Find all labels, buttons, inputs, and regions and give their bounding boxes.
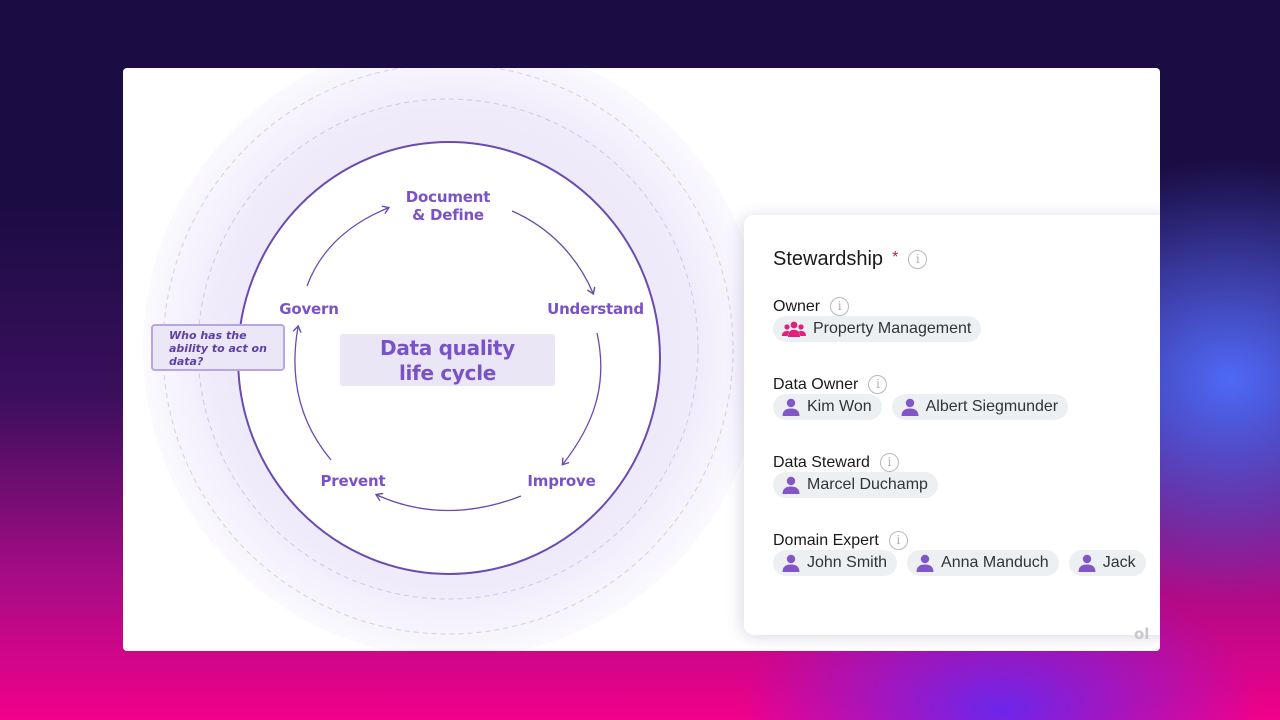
- chip-name: Anna Manduch: [941, 554, 1049, 571]
- info-icon[interactable]: i: [888, 531, 908, 550]
- person-icon: [782, 398, 800, 416]
- data-owner-chips: Kim Won Albert Siegmunder: [773, 394, 1069, 420]
- stage-label-line: Understand: [547, 300, 644, 318]
- brand-logo-icon: ol: [1134, 625, 1150, 643]
- info-icon[interactable]: i: [868, 375, 888, 394]
- domain-expert-chip[interactable]: Anna Manduch: [907, 550, 1059, 576]
- slide-canvas: Document & Define Understand Improve Pre…: [123, 68, 1160, 651]
- data-steward-label: Data Steward i: [773, 453, 899, 472]
- group-icon: [782, 321, 806, 337]
- domain-expert-chip[interactable]: John Smith: [773, 550, 898, 576]
- stewardship-panel: Stewardship * i Owner i Property Managem…: [744, 215, 1160, 635]
- field-label-text: Data Owner: [773, 375, 859, 393]
- stewardship-header: Stewardship * i: [773, 248, 928, 271]
- field-label-text: Owner: [773, 297, 821, 315]
- person-icon: [1078, 554, 1096, 572]
- domain-expert-chip[interactable]: Jack: [1068, 550, 1146, 576]
- required-asterisk: *: [892, 248, 899, 266]
- chip-name: John Smith: [807, 554, 888, 571]
- stewardship-title: Stewardship: [773, 248, 884, 270]
- center-title-box: Data quality life cycle: [340, 334, 555, 386]
- chip-name: Albert Siegmunder: [925, 398, 1059, 415]
- person-icon: [916, 554, 934, 572]
- info-icon[interactable]: i: [879, 453, 899, 472]
- callout-line: ability to act on: [169, 342, 267, 355]
- data-steward-chips: Marcel Duchamp: [773, 472, 938, 498]
- chip-name: Jack: [1102, 554, 1136, 571]
- stage-label-line: Prevent: [320, 472, 386, 490]
- owner-chip[interactable]: Property Management: [773, 316, 982, 342]
- stage-label-line: & Define: [412, 206, 484, 224]
- field-label-text: Domain Expert: [773, 531, 879, 549]
- domain-expert-label: Domain Expert i: [773, 531, 908, 550]
- data-owner-chip[interactable]: Kim Won: [773, 394, 882, 420]
- data-owner-chip[interactable]: Albert Siegmunder: [891, 394, 1069, 420]
- stage-label-line: Govern: [279, 300, 339, 318]
- domain-expert-chips: John Smith Anna Manduch Jack: [773, 550, 1146, 576]
- stage-label-line: Improve: [527, 472, 596, 490]
- owner-label: Owner i: [773, 297, 850, 316]
- center-title-line: Data quality: [380, 336, 515, 360]
- person-icon: [782, 476, 800, 494]
- person-icon: [901, 398, 919, 416]
- chip-name: Kim Won: [807, 398, 872, 415]
- data-steward-chip[interactable]: Marcel Duchamp: [773, 472, 938, 498]
- chip-name: Marcel Duchamp: [807, 476, 928, 493]
- info-icon[interactable]: i: [908, 250, 928, 269]
- person-icon: [782, 554, 800, 572]
- info-icon[interactable]: i: [830, 297, 850, 316]
- field-label-text: Data Steward: [773, 453, 870, 471]
- govern-callout: Who has the ability to act on data?: [151, 324, 285, 371]
- stage-label-line: Document: [405, 188, 491, 206]
- owner-chips: Property Management: [773, 316, 982, 342]
- data-owner-label: Data Owner i: [773, 375, 888, 394]
- stage-improve: Improve: [519, 472, 604, 490]
- callout-line: Who has the: [169, 329, 247, 342]
- callout-line: data?: [169, 355, 204, 368]
- stage-understand: Understand: [543, 300, 648, 318]
- stage-govern: Govern: [273, 300, 345, 318]
- center-title-line: life cycle: [398, 361, 497, 385]
- chip-name: Property Management: [813, 320, 972, 337]
- stage-prevent: Prevent: [313, 472, 393, 490]
- data-quality-lifecycle-diagram: Document & Define Understand Improve Pre…: [123, 68, 823, 651]
- stage-document-define: Document & Define: [388, 188, 508, 224]
